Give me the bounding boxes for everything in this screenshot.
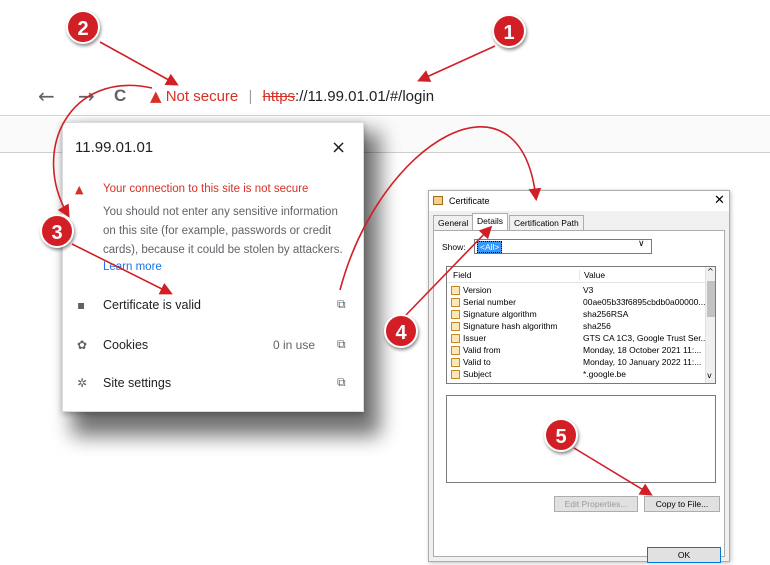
callout-badge-3: 3 [40,214,74,248]
callout-badge-2: 2 [66,10,100,44]
arrow-2-curve [52,84,153,218]
annotation-arrows [52,41,653,496]
arrow-5 [573,447,653,496]
arrow-4 [404,225,493,317]
arrow-1 [417,45,496,82]
callout-badge-5: 5 [544,418,578,452]
callout-badge-1: 1 [492,14,526,48]
arrow-2 [99,41,179,86]
arrow-cert-link [339,126,542,291]
callout-badge-4: 4 [384,314,418,348]
arrow-3 [71,243,173,295]
